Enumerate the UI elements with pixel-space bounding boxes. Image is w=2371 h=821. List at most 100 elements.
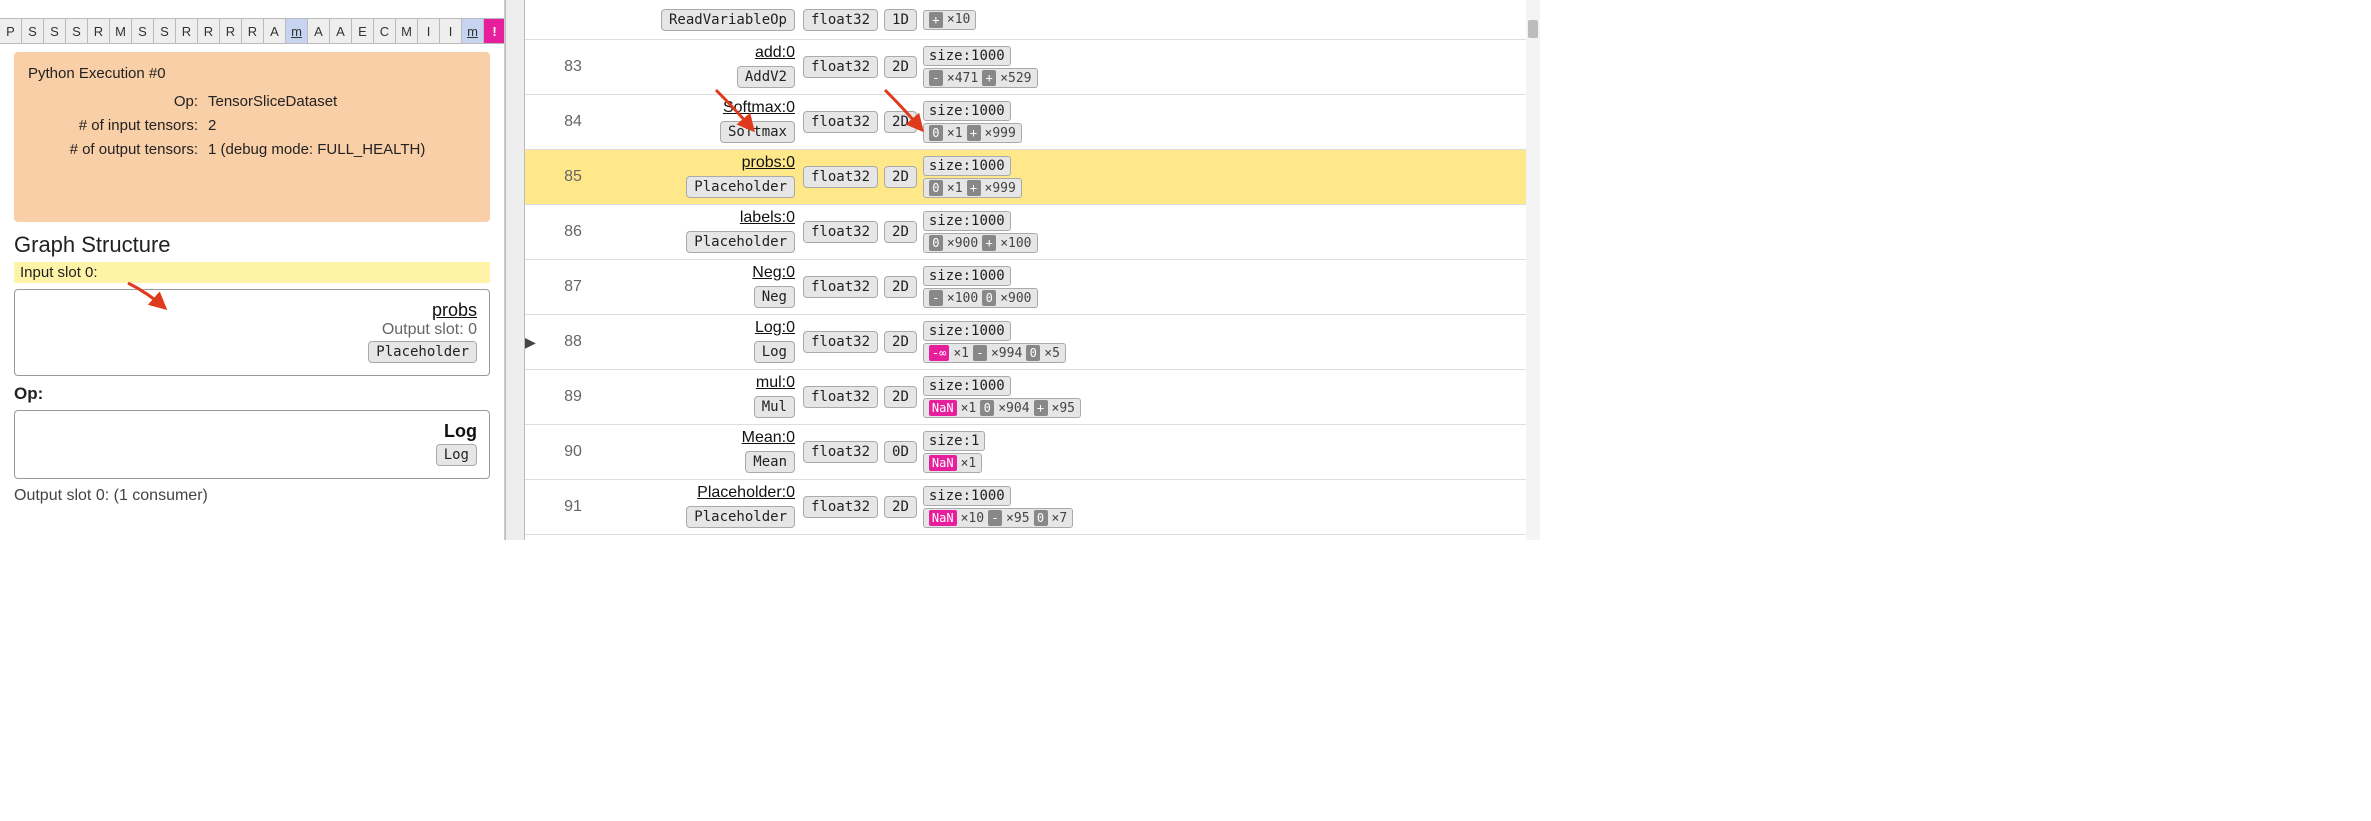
tensor-name-link[interactable]: Neg:0 [752,264,795,282]
timeline-cell[interactable]: S [22,19,44,43]
timeline-cell[interactable]: m [462,19,484,43]
tensor-name-link[interactable]: Placeholder:0 [697,484,795,502]
row-stats: size:10000×1+×999 [923,156,1536,198]
timeline-cell[interactable]: M [396,19,418,43]
value-count: ×95 [1006,511,1029,526]
op-type-chip: Placeholder [686,176,795,198]
timeline-cell[interactable]: A [308,19,330,43]
breakdown-chip: -×471+×529 [923,68,1038,88]
dtype-chip: float32 [803,111,878,133]
tensor-row[interactable]: 90Mean:0Meanfloat320Dsize:1NaN×1 [525,425,1540,480]
value-tag: NaN [929,455,957,471]
value-tag: 0 [1034,510,1048,526]
timeline-cell[interactable]: A [264,19,286,43]
timeline-cell[interactable]: R [88,19,110,43]
timeline-cell[interactable]: P [0,19,22,43]
scrollbar-track[interactable] [1526,0,1540,540]
rank-chip: 2D [884,496,917,518]
row-names: Neg:0Neg [603,264,803,310]
rank-chip: 2D [884,276,917,298]
tensor-name-link[interactable]: Softmax:0 [723,99,795,117]
tensor-name-link[interactable]: mul:0 [756,374,795,392]
input-node-box[interactable]: probs Output slot: 0 Placeholder [14,289,490,376]
timeline-cell[interactable]: S [44,19,66,43]
tensor-row[interactable]: 84Softmax:0Softmaxfloat322Dsize:10000×1+… [525,95,1540,150]
tensor-row[interactable]: 87Neg:0Negfloat322Dsize:1000-×1000×900 [525,260,1540,315]
tensor-name-link[interactable]: Log:0 [755,319,795,337]
scrollbar-thumb[interactable] [1528,20,1538,38]
timeline-cell[interactable]: R [198,19,220,43]
expand-toggle-icon[interactable]: ▶ [525,334,543,351]
row-index: 84 [543,113,603,131]
execution-timeline[interactable]: PSSSRMSSRRRRAmAAECMIIm!--RRACRRP [0,18,504,44]
row-stats: size:1000-×471+×529 [923,46,1536,88]
timeline-cell[interactable]: R [176,19,198,43]
rank-chip: 2D [884,221,917,243]
value-tag: + [967,180,981,196]
row-names: probs:0 Placeholder [603,154,803,200]
breakdown-chip: -×1000×900 [923,288,1038,308]
input-node-sub: Output slot: 0 [27,321,477,339]
detail-row: # of output tensors:1 (debug mode: FULL_… [28,138,476,162]
timeline-cell[interactable]: m [286,19,308,43]
breakdown-chip: NaN×10-×950×7 [923,508,1073,528]
timeline-cell[interactable]: R [242,19,264,43]
timeline-cell[interactable]: ! [484,19,504,43]
timeline-cell[interactable]: A [330,19,352,43]
tensor-row[interactable]: 89mul:0Mulfloat322Dsize:1000NaN×10×904+×… [525,370,1540,425]
size-chip: size:1000 [923,376,1011,396]
rank-chip: 1D [884,9,917,31]
value-count: ×1 [947,181,963,196]
rank-chip: 2D [884,56,917,78]
op-node-name: Log [27,421,477,442]
timeline-cell[interactable]: I [418,19,440,43]
size-chip: size:1 [923,431,986,451]
right-panel: ReadVariableOpfloat321D+×1083add:0AddV2f… [525,0,1540,540]
timeline-cell[interactable]: M [110,19,132,43]
op-node-box[interactable]: Log Log [14,410,490,479]
tensor-row[interactable]: ReadVariableOpfloat321D+×10 [525,0,1540,40]
row-names: Mean:0Mean [603,429,803,475]
value-tag: 0 [929,125,943,141]
value-tag: - [973,345,987,361]
op-type-chip: Softmax [720,121,795,143]
timeline-cell[interactable]: E [352,19,374,43]
breakdown-chip: +×10 [923,10,976,30]
input-node-name[interactable]: probs [27,300,477,321]
panel-divider[interactable] [505,0,525,540]
dtype-chip: float32 [803,9,878,31]
tensor-name-link[interactable]: Mean:0 [742,429,795,447]
tensor-row[interactable]: 91Placeholder:0Placeholderfloat322Dsize:… [525,480,1540,535]
dtype-chip: float32 [803,56,878,78]
dtype-chip: float32 [803,386,878,408]
value-count: ×900 [1000,291,1031,306]
row-index: 90 [543,443,603,461]
value-tag: 0 [929,235,943,251]
value-count: ×1 [961,456,977,471]
timeline-cell[interactable]: S [154,19,176,43]
timeline-cell[interactable]: I [440,19,462,43]
timeline-cell[interactable]: S [132,19,154,43]
value-count: ×529 [1000,71,1031,86]
tensor-row[interactable]: 86labels:0Placeholderfloat322Dsize:10000… [525,205,1540,260]
row-stats: size:1000-∞×1-×9940×5 [923,321,1536,363]
value-tag: 0 [1026,345,1040,361]
tensor-row[interactable]: 85probs:0Placeholderfloat322Dsize:10000×… [525,150,1540,205]
tensor-row[interactable]: ▶88Log:0Logfloat322Dsize:1000-∞×1-×9940×… [525,315,1540,370]
tensor-name-link[interactable]: labels:0 [740,209,795,227]
tensor-name-link[interactable]: probs:0 [742,154,795,172]
value-count: ×1 [961,401,977,416]
rank-chip: 2D [884,166,917,188]
value-tag: -∞ [929,345,949,361]
row-names: Placeholder:0Placeholder [603,484,803,530]
value-tag: - [929,70,943,86]
value-count: ×999 [985,126,1016,141]
timeline-cell[interactable]: R [220,19,242,43]
tensor-name-link[interactable]: add:0 [755,44,795,62]
value-tag: + [967,125,981,141]
tensor-row[interactable]: 83add:0AddV2float322Dsize:1000-×471+×529 [525,40,1540,95]
value-count: ×1 [947,126,963,141]
value-count: ×10 [947,12,970,27]
timeline-cell[interactable]: S [66,19,88,43]
timeline-cell[interactable]: C [374,19,396,43]
